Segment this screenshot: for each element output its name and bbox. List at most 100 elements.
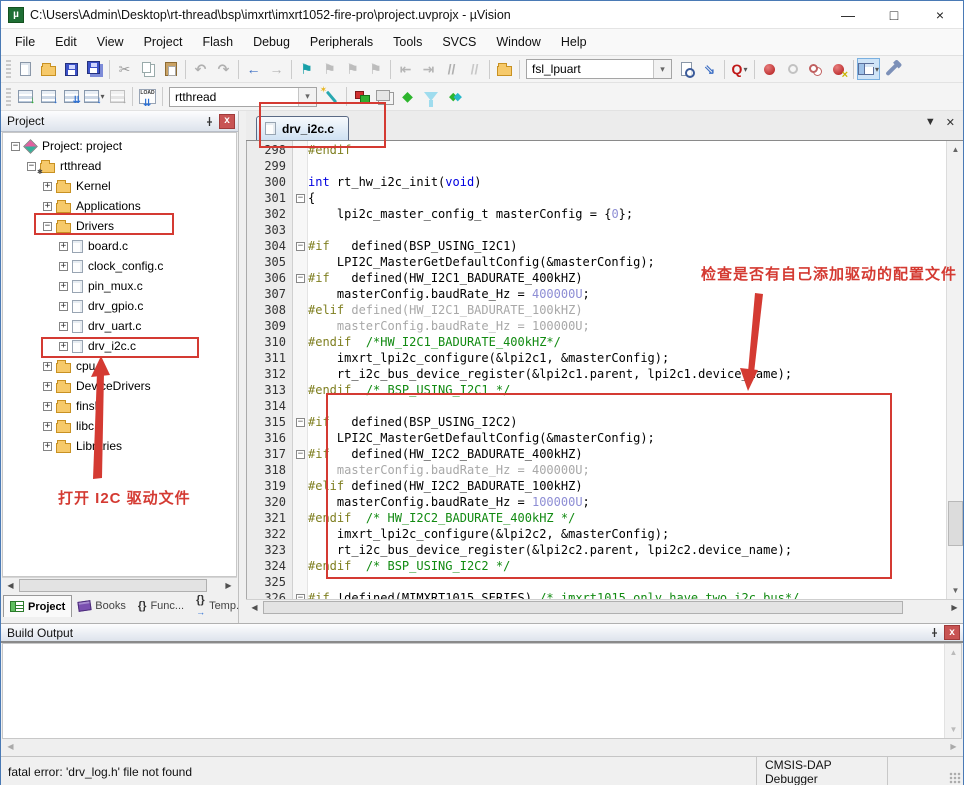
build-output-content[interactable]: ▲ ▼ xyxy=(2,643,962,739)
code-line[interactable]: 302 lpi2c_master_config_t masterConfig =… xyxy=(247,206,946,222)
menu-help[interactable]: Help xyxy=(551,31,597,53)
editor-vscrollbar[interactable]: ▲ ▼ xyxy=(946,141,963,599)
code-line[interactable]: 325 xyxy=(247,574,946,590)
project-panel-close-icon[interactable]: x xyxy=(219,114,235,129)
scroll-down-icon[interactable]: ▼ xyxy=(946,722,961,737)
configure-tools-icon[interactable] xyxy=(880,58,903,80)
build-output-close-icon[interactable]: x xyxy=(944,625,960,640)
previous-bookmark-icon[interactable]: ⚑ xyxy=(318,58,341,80)
code-line[interactable]: 312 rt_i2c_bus_device_register(&lpi2c1.p… xyxy=(247,366,946,382)
code-line[interactable]: 323 rt_i2c_bus_device_register(&lpi2c2.p… xyxy=(247,542,946,558)
fold-collapse-icon[interactable]: − xyxy=(296,194,305,203)
tree-expander-icon[interactable]: + xyxy=(43,442,52,451)
indent-icon[interactable]: ⇥ xyxy=(417,58,440,80)
tree-expander-icon[interactable]: + xyxy=(59,242,68,251)
tree-expander-icon[interactable]: − xyxy=(43,222,52,231)
unindent-icon[interactable]: ⇤ xyxy=(394,58,417,80)
batch-build-icon[interactable]: ▾ xyxy=(83,86,106,108)
rebuild-all-icon[interactable] xyxy=(60,86,83,108)
tree-item-cpu[interactable]: +cpu xyxy=(3,356,236,376)
tree-item-applications[interactable]: +Applications xyxy=(3,196,236,216)
save-icon[interactable] xyxy=(60,58,83,80)
menu-project[interactable]: Project xyxy=(134,31,193,53)
clear-all-bookmarks-icon[interactable]: ⚑ xyxy=(364,58,387,80)
code-line[interactable]: 315−#if defined(BSP_USING_I2C2) xyxy=(247,414,946,430)
scroll-right-icon[interactable]: ▶ xyxy=(221,579,236,592)
tree-item-drv-uart-c[interactable]: +drv_uart.c xyxy=(3,316,236,336)
stop-build-icon[interactable] xyxy=(106,86,129,108)
download-code-icon[interactable]: LOAD xyxy=(136,86,159,108)
code-line[interactable]: 309 masterConfig.baudRate_Hz = 100000U; xyxy=(247,318,946,334)
menu-window[interactable]: Window xyxy=(486,31,550,53)
breakpoint-disable-icon[interactable] xyxy=(781,58,804,80)
pin-icon[interactable] xyxy=(202,114,216,128)
copy-icon[interactable] xyxy=(136,58,159,80)
navigate-back-icon[interactable]: ← xyxy=(242,58,265,80)
cut-icon[interactable]: ✂ xyxy=(113,58,136,80)
tree-item-drv-i2c-c[interactable]: +drv_i2c.c xyxy=(3,336,236,356)
code-line[interactable]: 324#endif /* BSP_USING_I2C2 */ xyxy=(247,558,946,574)
fold-collapse-icon[interactable]: − xyxy=(296,242,305,251)
tree-expander-icon[interactable]: + xyxy=(43,422,52,431)
redo-icon[interactable]: ↷ xyxy=(212,58,235,80)
tree-item-devicedrivers[interactable]: +DeviceDrivers xyxy=(3,376,236,396)
code-line[interactable]: 313#endif /* BSP_USING_I2C1 */ xyxy=(247,382,946,398)
scroll-up-icon[interactable]: ▲ xyxy=(946,645,961,660)
target-select-combo[interactable]: rtthread▾ xyxy=(169,87,317,107)
code-line[interactable]: 319#elif defined(HW_I2C2_BADURATE_100kHZ… xyxy=(247,478,946,494)
search-combo-dropdown-icon[interactable]: ▾ xyxy=(653,60,671,78)
code-line[interactable]: 306−#if defined(HW_I2C1_BADURATE_400kHZ) xyxy=(247,270,946,286)
scroll-left-icon[interactable]: ◀ xyxy=(3,579,18,592)
pin-icon[interactable] xyxy=(927,626,941,640)
tree-expander-icon[interactable]: + xyxy=(43,182,52,191)
code-line[interactable]: 322 imxrt_lpi2c_configure(&lpi2c2, &mast… xyxy=(247,526,946,542)
code-line[interactable]: 317−#if defined(HW_I2C2_BADURATE_400kHZ) xyxy=(247,446,946,462)
tree-item-pin-mux-c[interactable]: +pin_mux.c xyxy=(3,276,236,296)
code-line[interactable]: 311 imxrt_lpi2c_configure(&lpi2c1, &mast… xyxy=(247,350,946,366)
breakpoint-toggle-icon[interactable] xyxy=(758,58,781,80)
paste-icon[interactable] xyxy=(159,58,182,80)
close-button[interactable]: × xyxy=(917,1,963,28)
menu-tools[interactable]: Tools xyxy=(383,31,432,53)
menu-svcs[interactable]: SVCS xyxy=(432,31,486,53)
tree-expander-icon[interactable]: + xyxy=(59,322,68,331)
comment-selection-icon[interactable]: // xyxy=(440,58,463,80)
panel-tab-books[interactable]: Books xyxy=(72,595,132,617)
menu-view[interactable]: View xyxy=(87,31,134,53)
undo-icon[interactable]: ↶ xyxy=(189,58,212,80)
tree-item-clock-config-c[interactable]: +clock_config.c xyxy=(3,256,236,276)
tree-expander-icon[interactable]: + xyxy=(43,402,52,411)
tree-item-drivers[interactable]: −Drivers xyxy=(3,216,236,236)
start-debug-session-icon[interactable] xyxy=(350,86,373,108)
code-line[interactable]: 316 LPI2C_MasterGetDefaultConfig(&master… xyxy=(247,430,946,446)
insert-bookmark-icon[interactable]: ⚑ xyxy=(295,58,318,80)
find-in-files-icon[interactable] xyxy=(493,58,516,80)
resize-grip[interactable] xyxy=(949,772,961,784)
tree-item-libc[interactable]: +libc xyxy=(3,416,236,436)
panel-tab-project[interactable]: Project xyxy=(3,595,72,617)
code-line[interactable]: 303 xyxy=(247,222,946,238)
tree-expander-icon[interactable]: + xyxy=(59,262,68,271)
fold-collapse-icon[interactable]: − xyxy=(296,274,305,283)
tree-item-project-project[interactable]: −Project: project xyxy=(3,136,236,156)
navigate-forward-icon[interactable]: → xyxy=(265,58,288,80)
code-editor[interactable]: 298#endif299300int rt_hw_i2c_init(void)3… xyxy=(246,141,963,599)
search-combo[interactable]: fsl_lpuart▾ xyxy=(526,59,672,79)
scroll-left-icon[interactable]: ◀ xyxy=(3,740,18,753)
debug-windows-icon[interactable] xyxy=(373,86,396,108)
menu-debug[interactable]: Debug xyxy=(243,31,300,53)
tree-item-drv-gpio-c[interactable]: +drv_gpio.c xyxy=(3,296,236,316)
scroll-down-icon[interactable]: ▼ xyxy=(948,583,963,598)
options-for-target-icon[interactable] xyxy=(320,86,343,108)
save-all-icon[interactable] xyxy=(83,58,106,80)
scroll-left-icon[interactable]: ◀ xyxy=(247,601,262,614)
tree-item-rtthread[interactable]: −rtthread xyxy=(3,156,236,176)
next-bookmark-icon[interactable]: ⚑ xyxy=(341,58,364,80)
manage-rte-icon[interactable]: ◆ xyxy=(396,86,419,108)
code-line[interactable]: 307 masterConfig.baudRate_Hz = 400000U; xyxy=(247,286,946,302)
tree-expander-icon[interactable]: − xyxy=(27,162,36,171)
menu-edit[interactable]: Edit xyxy=(45,31,87,53)
translate-file-icon[interactable] xyxy=(14,86,37,108)
build-icon[interactable] xyxy=(37,86,60,108)
code-line[interactable]: 301−{ xyxy=(247,190,946,206)
